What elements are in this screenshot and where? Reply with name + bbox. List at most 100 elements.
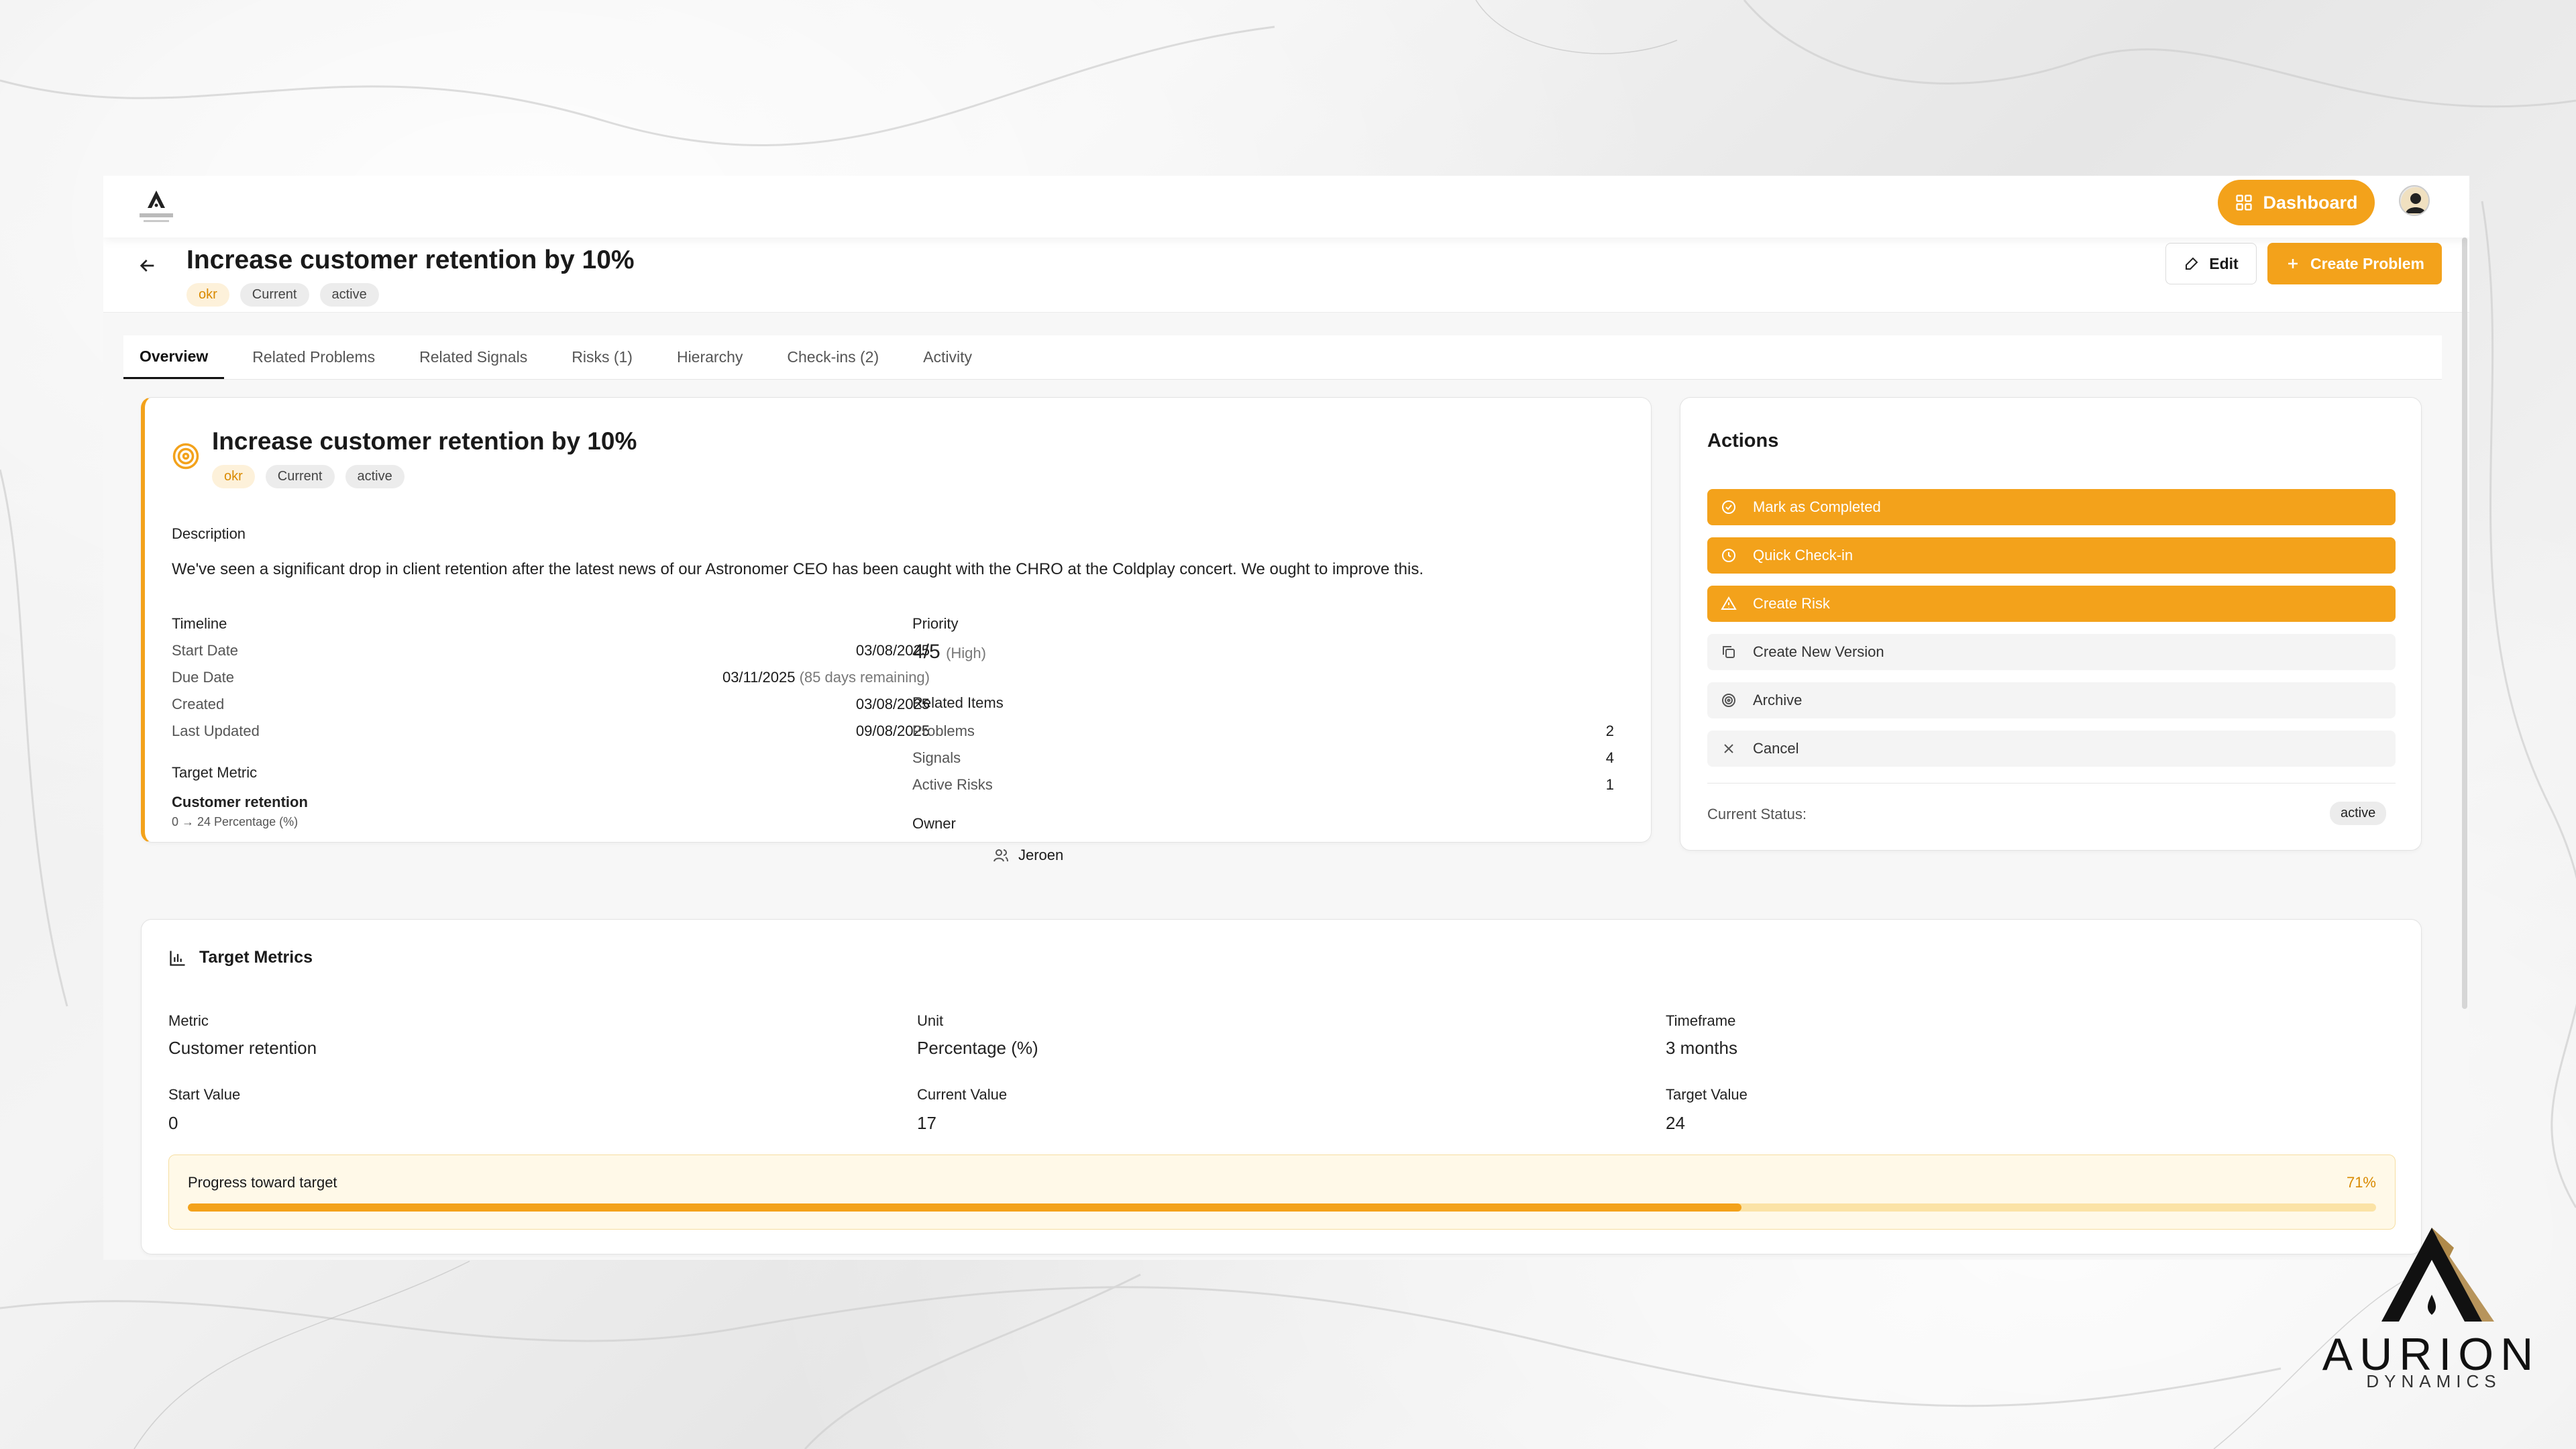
brand-subtitle: DYNAMICS	[2366, 1371, 2502, 1391]
tab-check-ins[interactable]: Check-ins (2)	[771, 335, 895, 379]
copy-icon	[1723, 646, 1735, 658]
priority-value: 4/5	[912, 641, 941, 663]
owner-row: Jeroen	[993, 847, 1063, 864]
bar-chart-icon	[170, 951, 185, 966]
back-arrow-icon[interactable]	[137, 255, 158, 276]
create-risk-label: Create Risk	[1753, 595, 1830, 612]
cancel-label: Cancel	[1753, 740, 1799, 757]
target-metric-range: 0 → 24 Percentage (%)	[172, 815, 299, 828]
related-items-label: Related Items	[912, 694, 1004, 711]
version-badge: Current	[265, 465, 335, 488]
actions-card: Actions Mark as Completed Quick Check-in…	[1680, 397, 2422, 851]
start-date-value: 03/08/2025	[855, 642, 930, 659]
timeframe-value: 3 months	[1666, 1038, 1737, 1058]
target-metrics-header: Target Metrics	[168, 948, 313, 967]
unit-label: Unit	[917, 1012, 944, 1029]
mark-completed-label: Mark as Completed	[1753, 498, 1881, 515]
signals-label: Signals	[912, 749, 961, 766]
status-badge: active	[319, 283, 379, 307]
start-value: 0	[168, 1113, 178, 1133]
current-value-label: Current Value	[917, 1086, 1008, 1103]
create-risk-button[interactable]: Create Risk	[1707, 586, 2396, 622]
current-status-label: Current Status:	[1707, 806, 1807, 822]
start-date-label: Start Date	[172, 642, 239, 659]
timeframe-label: Timeframe	[1666, 1012, 1736, 1029]
tab-bar: Overview Related Problems Related Signal…	[123, 335, 2442, 380]
page-title: Increase customer retention by 10%	[186, 246, 635, 274]
target-value-label: Target Value	[1666, 1086, 1748, 1103]
days-remaining: (85 days remaining)	[799, 669, 930, 686]
priority-level: (High)	[946, 645, 986, 661]
warning-icon	[1721, 596, 1737, 610]
type-badge: okr	[186, 283, 229, 307]
signals-count: 4	[1605, 749, 1614, 766]
overview-card: Increase customer retention by 10% okr C…	[141, 397, 1652, 843]
overview-badges: okr Current active	[212, 465, 405, 488]
tab-related-problems[interactable]: Related Problems	[236, 335, 391, 379]
quick-check-in-button[interactable]: Quick Check-in	[1707, 537, 2396, 574]
create-new-version-button[interactable]: Create New Version	[1707, 634, 2396, 670]
plus-icon	[2288, 259, 2298, 268]
progress-label: Progress toward target	[188, 1174, 337, 1191]
tab-activity[interactable]: Activity	[907, 335, 988, 379]
actions-title: Actions	[1707, 430, 1779, 451]
cancel-button[interactable]: Cancel	[1707, 731, 2396, 767]
header-badges: okr Current active	[186, 283, 379, 307]
problems-count: 2	[1605, 722, 1614, 739]
last-updated-label: Last Updated	[172, 722, 260, 739]
create-new-version-label: Create New Version	[1753, 643, 1884, 660]
mark-completed-button[interactable]: Mark as Completed	[1707, 489, 2396, 525]
target-metrics-title: Target Metrics	[199, 948, 313, 967]
progress-panel: Progress toward target 71%	[168, 1155, 2396, 1230]
description-label: Description	[172, 525, 246, 542]
edit-button[interactable]: Edit	[2165, 243, 2257, 284]
archive-label: Archive	[1753, 692, 1803, 708]
created-label: Created	[172, 696, 225, 712]
due-date-row: 03/11/2025 (85 days remaining)	[547, 669, 930, 686]
quick-check-in-label: Quick Check-in	[1753, 547, 1854, 564]
tab-related-signals[interactable]: Related Signals	[403, 335, 543, 379]
priority-label: Priority	[912, 615, 959, 632]
owner-name: Jeroen	[1018, 847, 1064, 863]
tab-overview[interactable]: Overview	[123, 335, 225, 379]
priority-row: 4/5 (High)	[912, 641, 986, 663]
user-avatar[interactable]	[2399, 185, 2430, 216]
target-value: 24	[1666, 1113, 1685, 1133]
active-risks-count: 1	[1605, 776, 1614, 793]
status-badge: active	[345, 465, 405, 488]
users-icon	[994, 849, 1008, 862]
clock-icon	[1722, 549, 1735, 562]
edit-icon	[2186, 257, 2198, 270]
page-header: Increase customer retention by 10% okr C…	[103, 237, 2469, 313]
progress-percent: 71%	[2346, 1174, 2376, 1191]
metric-value: Customer retention	[168, 1038, 317, 1058]
problems-label: Problems	[912, 722, 975, 739]
dashboard-button[interactable]: Dashboard	[2218, 180, 2375, 225]
current-status-badge: active	[2330, 802, 2387, 825]
progress-bar	[188, 1203, 2376, 1212]
timeline-label: Timeline	[172, 615, 227, 632]
target-metric-label: Target Metric	[172, 764, 258, 781]
tab-hierarchy[interactable]: Hierarchy	[661, 335, 759, 379]
target-icon	[172, 443, 199, 470]
edit-label: Edit	[2209, 254, 2239, 272]
unit-value: Percentage (%)	[917, 1038, 1038, 1058]
tab-risks[interactable]: Risks (1)	[555, 335, 649, 379]
archive-button[interactable]: Archive	[1707, 682, 2396, 718]
scrollbar[interactable]	[2462, 237, 2467, 1009]
due-date-label: Due Date	[172, 669, 234, 686]
target-metric-name: Customer retention	[172, 794, 308, 810]
company-logo-icon[interactable]	[134, 186, 178, 227]
user-icon	[2401, 187, 2428, 215]
active-risks-label: Active Risks	[912, 776, 993, 793]
target-metrics-card: Target Metrics Metric Customer retention…	[141, 919, 2422, 1254]
check-circle-icon	[1722, 500, 1735, 514]
overview-title: Increase customer retention by 10%	[212, 427, 637, 455]
create-problem-label: Create Problem	[2310, 254, 2424, 272]
description-text: We've seen a significant drop in client …	[172, 560, 1424, 578]
create-problem-button[interactable]: Create Problem	[2267, 243, 2442, 284]
dashboard-label: Dashboard	[2263, 192, 2358, 213]
top-navigation-bar: Dashboard	[103, 176, 2469, 237]
close-icon	[1724, 744, 1733, 753]
version-badge: Current	[239, 283, 309, 307]
